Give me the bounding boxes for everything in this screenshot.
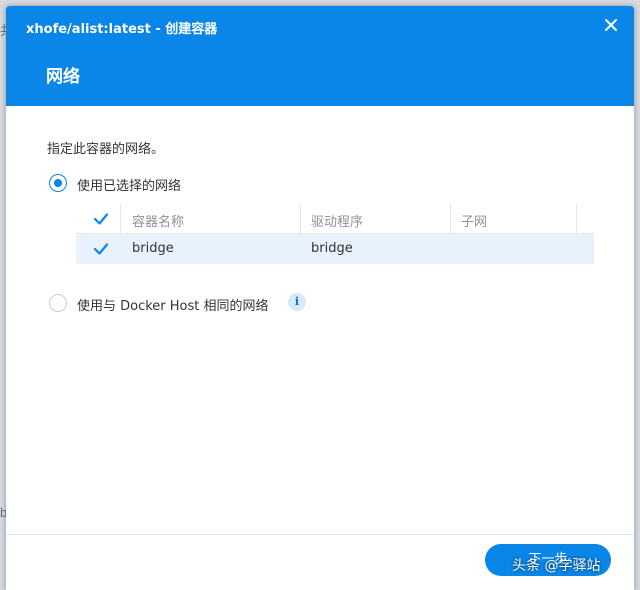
radio-label-use-selected-network: 使用已选择的网络 <box>77 179 182 194</box>
network-description: 指定此容器的网络。 <box>47 142 165 157</box>
column-divider <box>300 204 301 234</box>
column-divider <box>450 204 451 234</box>
column-header-driver[interactable]: 驱动程序 <box>311 211 363 230</box>
watermark-text: 头条 @学驿站 <box>512 558 601 574</box>
column-header-subnet[interactable]: 子网 <box>461 211 487 230</box>
table-row[interactable]: bridge bridge <box>76 234 594 264</box>
checkmark-icon <box>93 243 109 255</box>
info-icon[interactable]: i <box>288 293 306 311</box>
close-button[interactable] <box>602 16 620 34</box>
network-table: 容器名称 驱动程序 子网 bridge bridge <box>76 204 594 266</box>
column-header-name[interactable]: 容器名称 <box>132 211 184 230</box>
dialog-title: xhofe/alist:latest - 创建容器 <box>26 22 218 37</box>
cell-driver: bridge <box>311 241 353 256</box>
row-checkbox[interactable] <box>92 240 110 258</box>
column-divider <box>120 204 121 234</box>
section-title: 网络 <box>46 67 80 87</box>
column-divider <box>576 204 577 234</box>
checkmark-icon <box>93 213 109 225</box>
footer-divider <box>6 534 634 535</box>
table-header: 容器名称 驱动程序 子网 <box>76 204 594 234</box>
dialog-header: xhofe/alist:latest - 创建容器 网络 <box>6 6 634 106</box>
create-container-dialog: xhofe/alist:latest - 创建容器 网络 指定此容器的网络。 使… <box>6 6 634 590</box>
radio-use-host-network[interactable] <box>49 294 67 312</box>
select-all-checkbox[interactable] <box>92 210 110 228</box>
radio-label-use-host-network: 使用与 Docker Host 相同的网络 <box>77 299 269 314</box>
radio-use-selected-network[interactable] <box>49 174 67 192</box>
cell-network-name: bridge <box>132 241 174 256</box>
close-icon <box>605 19 617 31</box>
